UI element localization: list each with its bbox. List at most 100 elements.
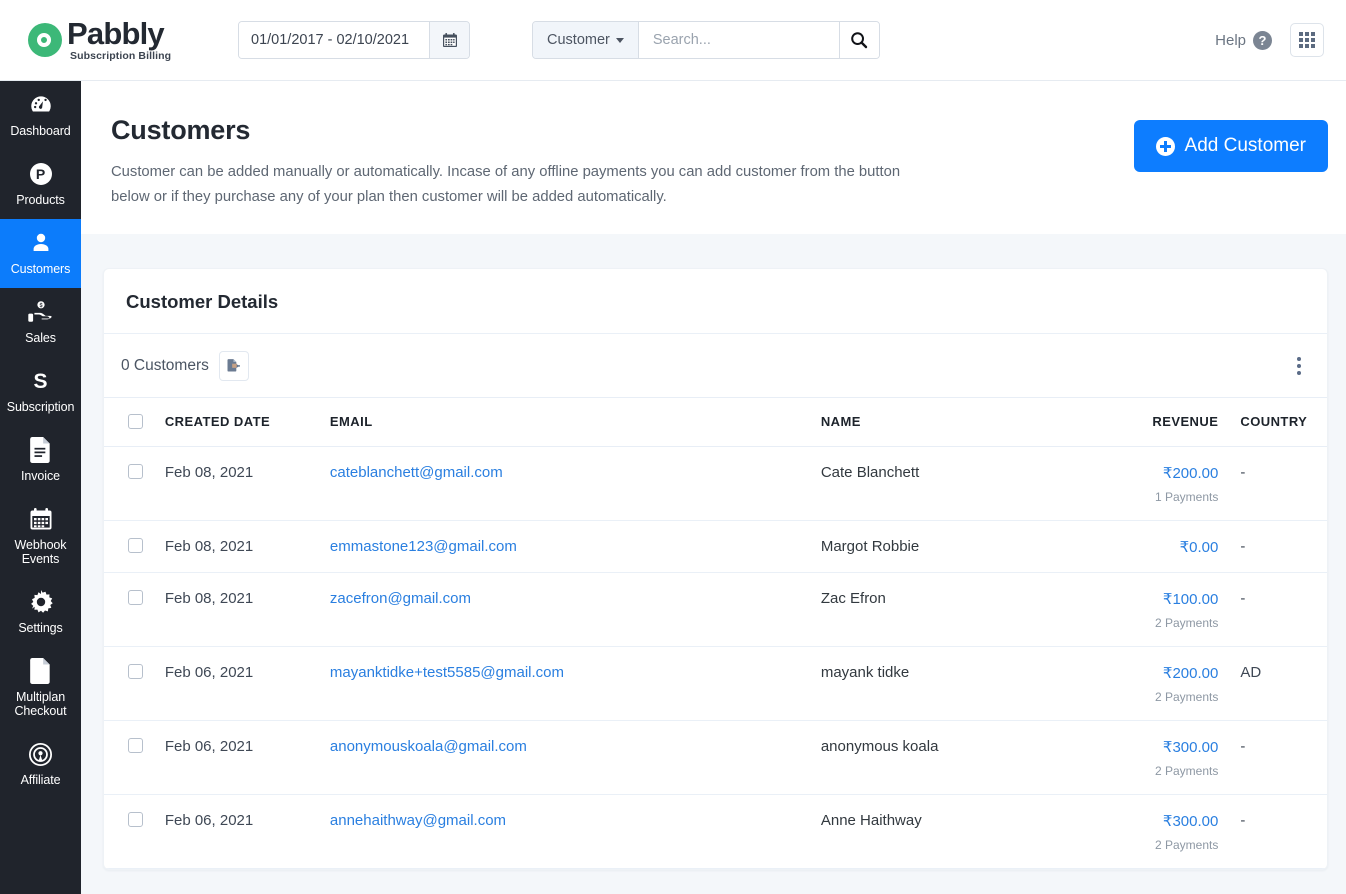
question-circle-icon: ? bbox=[1253, 31, 1272, 50]
sidebar-item-sales[interactable]: Sales bbox=[0, 288, 81, 357]
user-icon bbox=[29, 230, 53, 256]
row-select-cell bbox=[104, 721, 165, 795]
card-toolbar: 0 Customers bbox=[104, 334, 1327, 398]
kebab-menu-icon[interactable] bbox=[1293, 353, 1305, 379]
table-header: CREATED DATE EMAIL NAME REVENUE COUNTRY bbox=[104, 398, 1327, 447]
search-group: Customer bbox=[532, 21, 880, 59]
sidebar-item-customers[interactable]: Customers bbox=[0, 219, 81, 288]
sidebar-item-invoice[interactable]: Invoice bbox=[0, 426, 81, 495]
help-label: Help bbox=[1215, 32, 1246, 49]
customer-count-label: 0 Customers bbox=[121, 357, 209, 375]
file-icon bbox=[30, 658, 52, 684]
hand-coin-icon bbox=[28, 299, 54, 325]
cell-name: anonymous koala bbox=[821, 721, 1121, 795]
main-content: Customers Customer can be added manually… bbox=[81, 81, 1346, 894]
search-icon[interactable] bbox=[839, 22, 879, 58]
payments-count: 1 Payments bbox=[1121, 490, 1219, 504]
plus-circle-icon bbox=[1156, 137, 1175, 156]
cell-email: zacefron@gmail.com bbox=[330, 573, 821, 647]
sidebar-item-settings[interactable]: Settings bbox=[0, 578, 81, 647]
cell-email: annehaithway@gmail.com bbox=[330, 795, 821, 869]
brand-tagline: Subscription Billing bbox=[70, 51, 171, 62]
sidebar-item-products[interactable]: P Products bbox=[0, 150, 81, 219]
customers-table: CREATED DATE EMAIL NAME REVENUE COUNTRY … bbox=[104, 398, 1327, 869]
cell-revenue: ₹0.00 bbox=[1121, 521, 1219, 573]
row-checkbox[interactable] bbox=[128, 664, 143, 679]
date-range-input[interactable] bbox=[239, 22, 429, 58]
cell-email: cateblanchett@gmail.com bbox=[330, 447, 821, 521]
column-header-country[interactable]: COUNTRY bbox=[1218, 398, 1327, 447]
row-select-cell bbox=[104, 573, 165, 647]
cell-name: Cate Blanchett bbox=[821, 447, 1121, 521]
cell-name: mayank tidke bbox=[821, 647, 1121, 721]
sidebar-item-label: Customers bbox=[11, 262, 71, 276]
row-select-cell bbox=[104, 447, 165, 521]
search-scope-dropdown[interactable]: Customer bbox=[533, 22, 639, 58]
search-input[interactable] bbox=[639, 22, 839, 58]
sidebar-item-label: Dashboard bbox=[10, 124, 70, 138]
row-checkbox[interactable] bbox=[128, 590, 143, 605]
cell-revenue: ₹200.002 Payments bbox=[1121, 647, 1219, 721]
cell-email: mayanktidke+test5585@gmail.com bbox=[330, 647, 821, 721]
cell-country: - bbox=[1218, 447, 1327, 521]
date-range-picker[interactable] bbox=[238, 21, 470, 59]
calendar-icon[interactable] bbox=[429, 22, 469, 58]
payments-count: 2 Payments bbox=[1121, 616, 1219, 630]
top-bar: Pabbly Subscription Billing bbox=[0, 0, 1346, 81]
table-row[interactable]: Feb 08, 2021emmastone123@gmail.comMargot… bbox=[104, 521, 1327, 573]
row-checkbox[interactable] bbox=[128, 464, 143, 479]
broadcast-icon bbox=[28, 741, 53, 767]
select-all-checkbox[interactable] bbox=[128, 414, 143, 429]
cell-revenue: ₹200.001 Payments bbox=[1121, 447, 1219, 521]
add-customer-button[interactable]: Add Customer bbox=[1134, 120, 1328, 172]
sidebar-item-label: Invoice bbox=[21, 469, 60, 483]
select-all-header bbox=[104, 398, 165, 447]
cell-name: Anne Haithway bbox=[821, 795, 1121, 869]
row-checkbox[interactable] bbox=[128, 812, 143, 827]
card-title: Customer Details bbox=[104, 269, 1327, 334]
speedometer-icon bbox=[28, 92, 54, 118]
gear-icon bbox=[29, 589, 53, 615]
p-circle-icon: P bbox=[30, 161, 52, 187]
s-letter-icon: S bbox=[33, 368, 47, 394]
payments-count: 2 Payments bbox=[1121, 838, 1219, 852]
table-row[interactable]: Feb 08, 2021cateblanchett@gmail.comCate … bbox=[104, 447, 1327, 521]
cell-revenue: ₹300.002 Payments bbox=[1121, 721, 1219, 795]
cell-country: - bbox=[1218, 573, 1327, 647]
brand-name: Pabbly bbox=[67, 19, 171, 49]
search-scope-label: Customer bbox=[547, 32, 610, 48]
brand-logo[interactable]: Pabbly Subscription Billing bbox=[0, 0, 238, 81]
cell-country: - bbox=[1218, 795, 1327, 869]
table-row[interactable]: Feb 06, 2021anonymouskoala@gmail.comanon… bbox=[104, 721, 1327, 795]
sidebar-item-label: Subscription bbox=[7, 400, 75, 414]
column-header-created-date[interactable]: CREATED DATE bbox=[165, 398, 330, 447]
cell-revenue: ₹300.002 Payments bbox=[1121, 795, 1219, 869]
row-select-cell bbox=[104, 647, 165, 721]
help-button[interactable]: Help ? bbox=[1215, 31, 1272, 50]
chevron-down-icon bbox=[616, 38, 624, 43]
column-header-revenue[interactable]: REVENUE bbox=[1121, 398, 1219, 447]
sidebar-item-dashboard[interactable]: Dashboard bbox=[0, 81, 81, 150]
apps-grid-button[interactable] bbox=[1290, 23, 1324, 57]
table-row[interactable]: Feb 06, 2021annehaithway@gmail.comAnne H… bbox=[104, 795, 1327, 869]
cell-created-date: Feb 08, 2021 bbox=[165, 521, 330, 573]
file-export-icon bbox=[226, 358, 241, 373]
sidebar-item-label: Multiplan Checkout bbox=[2, 690, 79, 718]
export-button[interactable] bbox=[219, 351, 249, 381]
table-row[interactable]: Feb 08, 2021zacefron@gmail.comZac Efron₹… bbox=[104, 573, 1327, 647]
sidebar-item-label: Products bbox=[16, 193, 65, 207]
sidebar-item-subscription[interactable]: S Subscription bbox=[0, 357, 81, 426]
table-row[interactable]: Feb 06, 2021mayanktidke+test5585@gmail.c… bbox=[104, 647, 1327, 721]
cell-country: - bbox=[1218, 521, 1327, 573]
column-header-email[interactable]: EMAIL bbox=[330, 398, 821, 447]
column-header-name[interactable]: NAME bbox=[821, 398, 1121, 447]
sidebar-item-webhook-events[interactable]: Webhook Events bbox=[0, 495, 81, 578]
sidebar-item-affiliate[interactable]: Affiliate bbox=[0, 730, 81, 799]
grid-apps-icon bbox=[1299, 32, 1315, 48]
row-checkbox[interactable] bbox=[128, 538, 143, 553]
cell-created-date: Feb 06, 2021 bbox=[165, 721, 330, 795]
sidebar-nav: Dashboard P Products Customers Sales S Subscri… bbox=[0, 81, 81, 894]
row-checkbox[interactable] bbox=[128, 738, 143, 753]
sidebar-item-multiplan-checkout[interactable]: Multiplan Checkout bbox=[0, 647, 81, 730]
sidebar-item-label: Sales bbox=[25, 331, 56, 345]
